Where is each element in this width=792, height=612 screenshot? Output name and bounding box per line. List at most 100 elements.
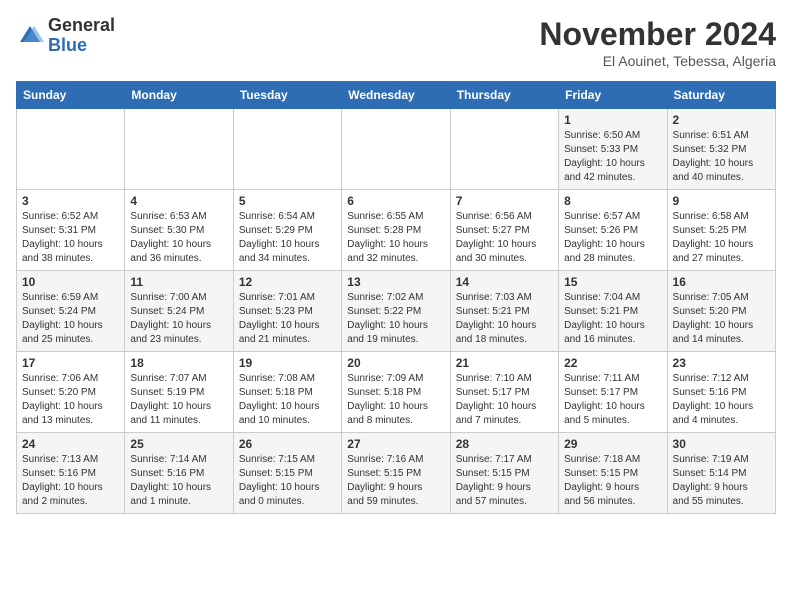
day-number: 10	[22, 275, 119, 289]
day-info: Sunrise: 6:57 AM Sunset: 5:26 PM Dayligh…	[564, 210, 661, 266]
day-info: Sunrise: 7:08 AM Sunset: 5:18 PM Dayligh…	[239, 372, 336, 428]
day-info: Sunrise: 6:53 AM Sunset: 5:30 PM Dayligh…	[130, 210, 227, 266]
logo-text: General Blue	[48, 16, 115, 56]
day-cell	[450, 109, 558, 190]
day-info: Sunrise: 7:10 AM Sunset: 5:17 PM Dayligh…	[456, 372, 553, 428]
location-subtitle: El Aouinet, Tebessa, Algeria	[539, 53, 776, 69]
day-info: Sunrise: 6:56 AM Sunset: 5:27 PM Dayligh…	[456, 210, 553, 266]
day-cell: 16 Sunrise: 7:05 AM Sunset: 5:20 PM Dayli…	[667, 271, 775, 352]
week-row-4: 17 Sunrise: 7:06 AM Sunset: 5:20 PM Dayli…	[17, 352, 776, 433]
day-cell: 4 Sunrise: 6:53 AM Sunset: 5:30 PM Daylig…	[125, 190, 233, 271]
title-section: November 2024 El Aouinet, Tebessa, Alger…	[539, 16, 776, 69]
day-info: Sunrise: 7:02 AM Sunset: 5:22 PM Dayligh…	[347, 291, 444, 347]
day-number: 7	[456, 194, 553, 208]
header-monday: Monday	[125, 82, 233, 109]
day-cell: 8 Sunrise: 6:57 AM Sunset: 5:26 PM Daylig…	[559, 190, 667, 271]
day-cell: 12 Sunrise: 7:01 AM Sunset: 5:23 PM Dayli…	[233, 271, 341, 352]
logo-blue: Blue	[48, 36, 115, 56]
day-number: 27	[347, 437, 444, 451]
day-number: 14	[456, 275, 553, 289]
day-number: 20	[347, 356, 444, 370]
day-info: Sunrise: 7:00 AM Sunset: 5:24 PM Dayligh…	[130, 291, 227, 347]
day-number: 26	[239, 437, 336, 451]
month-title: November 2024	[539, 16, 776, 53]
day-number: 29	[564, 437, 661, 451]
day-cell: 7 Sunrise: 6:56 AM Sunset: 5:27 PM Daylig…	[450, 190, 558, 271]
day-number: 17	[22, 356, 119, 370]
day-cell	[342, 109, 450, 190]
calendar-table: SundayMondayTuesdayWednesdayThursdayFrid…	[16, 81, 776, 514]
day-info: Sunrise: 6:59 AM Sunset: 5:24 PM Dayligh…	[22, 291, 119, 347]
day-info: Sunrise: 7:06 AM Sunset: 5:20 PM Dayligh…	[22, 372, 119, 428]
day-cell: 30 Sunrise: 7:19 AM Sunset: 5:14 PM Dayli…	[667, 433, 775, 514]
day-number: 15	[564, 275, 661, 289]
day-info: Sunrise: 7:05 AM Sunset: 5:20 PM Dayligh…	[673, 291, 770, 347]
day-cell	[233, 109, 341, 190]
day-info: Sunrise: 7:19 AM Sunset: 5:14 PM Dayligh…	[673, 453, 770, 509]
day-cell: 23 Sunrise: 7:12 AM Sunset: 5:16 PM Dayli…	[667, 352, 775, 433]
day-number: 18	[130, 356, 227, 370]
day-info: Sunrise: 6:54 AM Sunset: 5:29 PM Dayligh…	[239, 210, 336, 266]
day-number: 23	[673, 356, 770, 370]
day-number: 21	[456, 356, 553, 370]
day-info: Sunrise: 7:07 AM Sunset: 5:19 PM Dayligh…	[130, 372, 227, 428]
day-cell: 28 Sunrise: 7:17 AM Sunset: 5:15 PM Dayli…	[450, 433, 558, 514]
day-info: Sunrise: 7:14 AM Sunset: 5:16 PM Dayligh…	[130, 453, 227, 509]
day-number: 19	[239, 356, 336, 370]
calendar-header-row: SundayMondayTuesdayWednesdayThursdayFrid…	[17, 82, 776, 109]
day-info: Sunrise: 6:51 AM Sunset: 5:32 PM Dayligh…	[673, 129, 770, 185]
day-number: 4	[130, 194, 227, 208]
header-thursday: Thursday	[450, 82, 558, 109]
day-cell: 24 Sunrise: 7:13 AM Sunset: 5:16 PM Dayli…	[17, 433, 125, 514]
day-number: 16	[673, 275, 770, 289]
day-info: Sunrise: 7:13 AM Sunset: 5:16 PM Dayligh…	[22, 453, 119, 509]
day-cell: 19 Sunrise: 7:08 AM Sunset: 5:18 PM Dayli…	[233, 352, 341, 433]
day-cell: 3Sunrise: 6:52 AM Sunset: 5:31 PM Daylig…	[17, 190, 125, 271]
day-number: 8	[564, 194, 661, 208]
day-info: Sunrise: 6:58 AM Sunset: 5:25 PM Dayligh…	[673, 210, 770, 266]
logo-general: General	[48, 16, 115, 36]
day-info: Sunrise: 7:03 AM Sunset: 5:21 PM Dayligh…	[456, 291, 553, 347]
week-row-3: 10 Sunrise: 6:59 AM Sunset: 5:24 PM Dayli…	[17, 271, 776, 352]
day-number: 5	[239, 194, 336, 208]
week-row-2: 3Sunrise: 6:52 AM Sunset: 5:31 PM Daylig…	[17, 190, 776, 271]
day-number: 3	[22, 194, 119, 208]
day-cell	[17, 109, 125, 190]
day-number: 13	[347, 275, 444, 289]
day-cell: 1Sunrise: 6:50 AM Sunset: 5:33 PM Daylig…	[559, 109, 667, 190]
header-sunday: Sunday	[17, 82, 125, 109]
day-info: Sunrise: 7:09 AM Sunset: 5:18 PM Dayligh…	[347, 372, 444, 428]
day-cell: 26Sunrise: 7:15 AM Sunset: 5:15 PM Dayli…	[233, 433, 341, 514]
day-cell: 9 Sunrise: 6:58 AM Sunset: 5:25 PM Daylig…	[667, 190, 775, 271]
day-info: Sunrise: 7:04 AM Sunset: 5:21 PM Dayligh…	[564, 291, 661, 347]
day-cell: 15 Sunrise: 7:04 AM Sunset: 5:21 PM Dayli…	[559, 271, 667, 352]
header-friday: Friday	[559, 82, 667, 109]
day-number: 30	[673, 437, 770, 451]
day-info: Sunrise: 7:01 AM Sunset: 5:23 PM Dayligh…	[239, 291, 336, 347]
day-cell: 25Sunrise: 7:14 AM Sunset: 5:16 PM Dayli…	[125, 433, 233, 514]
header-wednesday: Wednesday	[342, 82, 450, 109]
day-number: 2	[673, 113, 770, 127]
day-cell: 17 Sunrise: 7:06 AM Sunset: 5:20 PM Dayli…	[17, 352, 125, 433]
day-cell: 21 Sunrise: 7:10 AM Sunset: 5:17 PM Dayli…	[450, 352, 558, 433]
day-info: Sunrise: 7:17 AM Sunset: 5:15 PM Dayligh…	[456, 453, 553, 509]
day-number: 11	[130, 275, 227, 289]
page-header: General Blue November 2024 El Aouinet, T…	[16, 16, 776, 69]
day-info: Sunrise: 7:12 AM Sunset: 5:16 PM Dayligh…	[673, 372, 770, 428]
day-cell: 6Sunrise: 6:55 AM Sunset: 5:28 PM Daylig…	[342, 190, 450, 271]
logo: General Blue	[16, 16, 115, 56]
day-number: 28	[456, 437, 553, 451]
day-cell: 27Sunrise: 7:16 AM Sunset: 5:15 PM Dayli…	[342, 433, 450, 514]
day-cell	[125, 109, 233, 190]
day-number: 6	[347, 194, 444, 208]
day-number: 24	[22, 437, 119, 451]
day-number: 12	[239, 275, 336, 289]
header-saturday: Saturday	[667, 82, 775, 109]
logo-icon	[16, 22, 44, 50]
header-tuesday: Tuesday	[233, 82, 341, 109]
day-cell: 20 Sunrise: 7:09 AM Sunset: 5:18 PM Dayli…	[342, 352, 450, 433]
day-cell: 11 Sunrise: 7:00 AM Sunset: 5:24 PM Dayli…	[125, 271, 233, 352]
day-cell: 2 Sunrise: 6:51 AM Sunset: 5:32 PM Daylig…	[667, 109, 775, 190]
day-number: 9	[673, 194, 770, 208]
day-info: Sunrise: 7:18 AM Sunset: 5:15 PM Dayligh…	[564, 453, 661, 509]
